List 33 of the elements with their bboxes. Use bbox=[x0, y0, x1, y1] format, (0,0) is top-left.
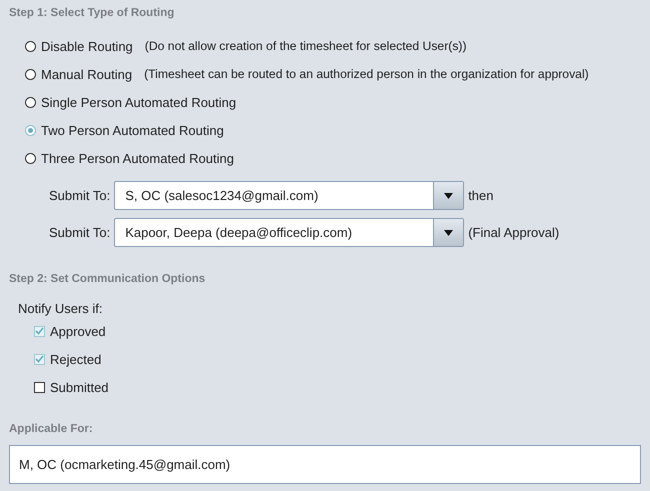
notify-label: Notify Users if: bbox=[18, 301, 104, 316]
checkbox[interactable] bbox=[34, 326, 45, 336]
field-note: then bbox=[468, 188, 494, 203]
field-label: Submit To: bbox=[49, 225, 110, 240]
dropdown-field[interactable]: S, OC (salesoc1234@gmail.com) bbox=[114, 181, 464, 210]
radio-label[interactable]: Three Person Automated Routing bbox=[41, 150, 234, 166]
dropdown-button[interactable] bbox=[433, 219, 464, 246]
checkbox-label[interactable]: Rejected bbox=[50, 352, 102, 366]
option-description: (Do not allow creation of the timesheet for selected User(s)) bbox=[144, 39, 467, 53]
checkbox[interactable] bbox=[34, 382, 45, 392]
applicable-for-field[interactable]: M, OC (ocmarketing.45@gmail.com) bbox=[9, 445, 641, 484]
field-label: Submit To: bbox=[49, 188, 110, 203]
field-note: (Final Approval) bbox=[468, 225, 560, 240]
section-title: Applicable For: bbox=[9, 423, 94, 437]
radio-button[interactable] bbox=[25, 124, 36, 136]
dropdown-button[interactable] bbox=[433, 182, 464, 209]
radio-label[interactable]: Manual Routing bbox=[41, 66, 132, 82]
caret-icon bbox=[444, 192, 454, 198]
section-title: Step 2: Set Communication Options bbox=[9, 273, 206, 287]
radio-button[interactable] bbox=[25, 96, 36, 108]
radio-label[interactable]: Disable Routing bbox=[41, 38, 133, 54]
checkbox[interactable] bbox=[34, 354, 45, 364]
section-title: Step 1: Select Type of Routing bbox=[9, 7, 176, 21]
radio-button[interactable] bbox=[25, 68, 36, 80]
radio-button[interactable] bbox=[25, 40, 36, 52]
option-description: (Timesheet can be routed to an authorized person in the organization for approval) bbox=[144, 67, 589, 81]
radio-label[interactable]: Two Person Automated Routing bbox=[41, 122, 224, 138]
caret-icon bbox=[444, 230, 454, 236]
checkbox-label[interactable]: Approved bbox=[50, 324, 106, 338]
radio-label[interactable]: Single Person Automated Routing bbox=[41, 94, 236, 110]
checkbox-label[interactable]: Submitted bbox=[50, 380, 109, 394]
dropdown-field[interactable]: Kapoor, Deepa (deepa@officeclip.com) bbox=[114, 218, 464, 247]
radio-button[interactable] bbox=[25, 152, 36, 164]
